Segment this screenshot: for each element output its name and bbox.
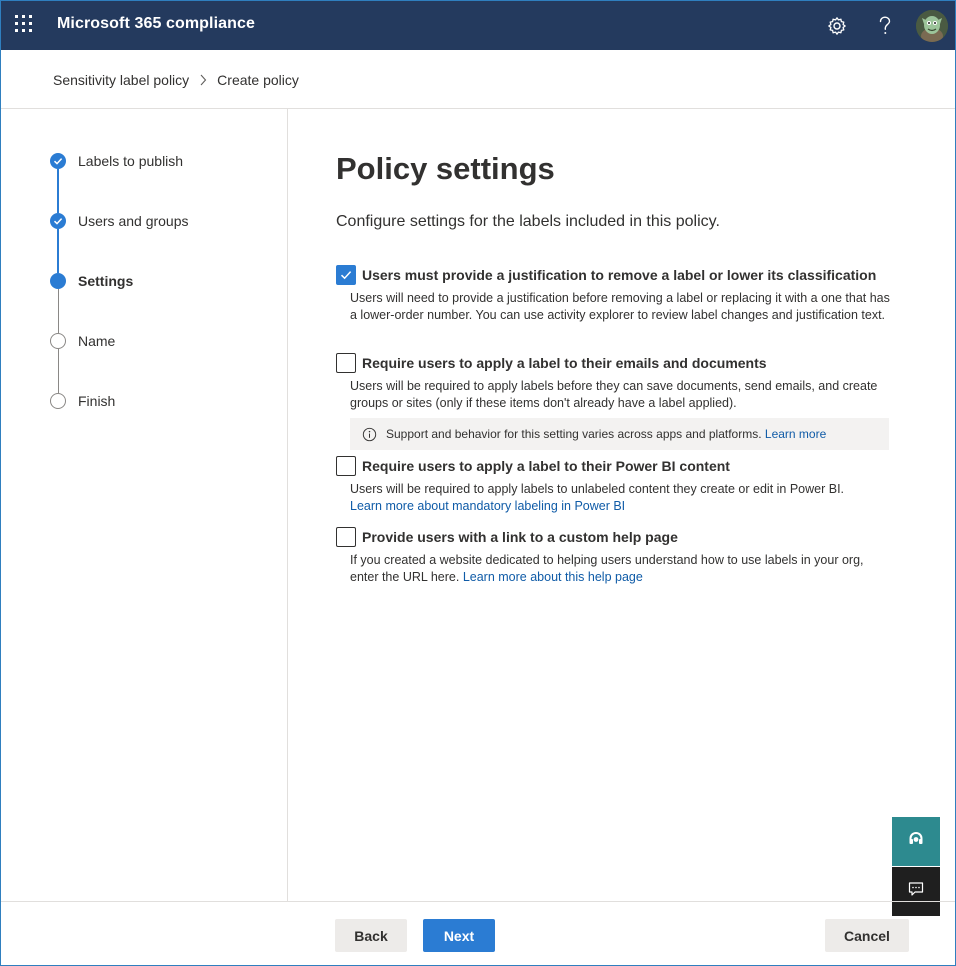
footer-divider <box>1 901 955 902</box>
custom-help-page-checkbox[interactable] <box>336 527 356 547</box>
breadcrumb-item-sensitivity-label-policy[interactable]: Sensitivity label policy <box>53 72 189 88</box>
headset-icon <box>907 830 925 853</box>
checkbox-label[interactable]: Require users to apply a label to their … <box>362 458 730 474</box>
checkmark-icon <box>50 153 66 169</box>
option-description-text: Users will be required to apply labels t… <box>350 482 845 496</box>
current-step-icon <box>50 273 66 289</box>
waffle-icon[interactable] <box>15 15 35 35</box>
option-custom-help-page: Provide users with a link to a custom he… <box>336 527 891 586</box>
breadcrumb-item-create-policy: Create policy <box>217 72 299 88</box>
chevron-right-icon <box>199 74 207 86</box>
info-message-bar: Support and behavior for this setting va… <box>350 418 889 450</box>
gear-icon[interactable] <box>824 13 850 39</box>
step-name[interactable]: Name <box>50 333 115 349</box>
breadcrumb: Sensitivity label policy Create policy <box>53 72 299 88</box>
option-power-bi: Require users to apply a label to their … <box>336 456 891 515</box>
avatar[interactable] <box>916 10 948 42</box>
pending-step-icon <box>50 393 66 409</box>
back-button[interactable]: Back <box>335 919 407 952</box>
step-label: Name <box>78 333 116 349</box>
power-bi-checkbox[interactable] <box>336 456 356 476</box>
help-icon[interactable] <box>872 13 898 39</box>
page-subtitle: Configure settings for the labels includ… <box>336 213 720 230</box>
info-text: Support and behavior for this setting va… <box>386 427 762 441</box>
step-label: Users and groups <box>78 213 189 229</box>
panel-divider <box>287 109 288 901</box>
step-label: Finish <box>78 393 116 409</box>
top-bar: Microsoft 365 compliance <box>1 1 955 50</box>
checkbox-label[interactable]: Provide users with a link to a custom he… <box>362 529 678 545</box>
next-button[interactable]: Next <box>423 919 495 952</box>
checkmark-icon <box>50 213 66 229</box>
power-bi-learn-more-link[interactable]: Learn more about mandatory labeling in P… <box>350 499 625 513</box>
option-description: If you created a website dedicated to he… <box>350 552 890 586</box>
step-connector <box>57 289 59 333</box>
info-icon <box>361 426 377 442</box>
help-support-button[interactable] <box>892 817 940 866</box>
option-description: Users will be required to apply labels t… <box>350 481 890 515</box>
step-finish[interactable]: Finish <box>50 393 115 409</box>
checkbox-label[interactable]: Require users to apply a label to their … <box>362 355 767 371</box>
step-connector <box>57 169 59 213</box>
header-divider <box>1 108 955 109</box>
checkbox-label[interactable]: Users must provide a justification to re… <box>362 267 876 283</box>
mandatory-labeling-checkbox[interactable] <box>336 353 356 373</box>
step-users-and-groups[interactable]: Users and groups <box>50 213 189 229</box>
cancel-button[interactable]: Cancel <box>825 919 909 952</box>
step-labels-to-publish[interactable]: Labels to publish <box>50 153 183 169</box>
page-title: Policy settings <box>336 151 555 186</box>
app-title[interactable]: Microsoft 365 compliance <box>57 15 255 33</box>
option-description: Users will need to provide a justificati… <box>350 291 890 322</box>
step-settings[interactable]: Settings <box>50 273 133 289</box>
learn-more-link[interactable]: Learn more <box>765 427 826 441</box>
chat-feedback-icon <box>907 880 925 903</box>
pending-step-icon <box>50 333 66 349</box>
app-window: Microsoft 365 compliance Sensitivity lab… <box>0 0 956 966</box>
step-label: Settings <box>78 273 134 289</box>
option-mandatory-labeling: Require users to apply a label to their … <box>336 353 891 450</box>
option-description: Users will be required to apply labels b… <box>350 379 878 410</box>
step-connector <box>57 229 59 273</box>
step-connector <box>57 349 59 393</box>
feedback-button[interactable] <box>892 867 940 916</box>
help-page-learn-more-link[interactable]: Learn more about this help page <box>463 570 643 584</box>
step-label: Labels to publish <box>78 153 184 169</box>
option-justification: Users must provide a justification to re… <box>336 265 891 324</box>
justification-checkbox[interactable] <box>336 265 356 285</box>
